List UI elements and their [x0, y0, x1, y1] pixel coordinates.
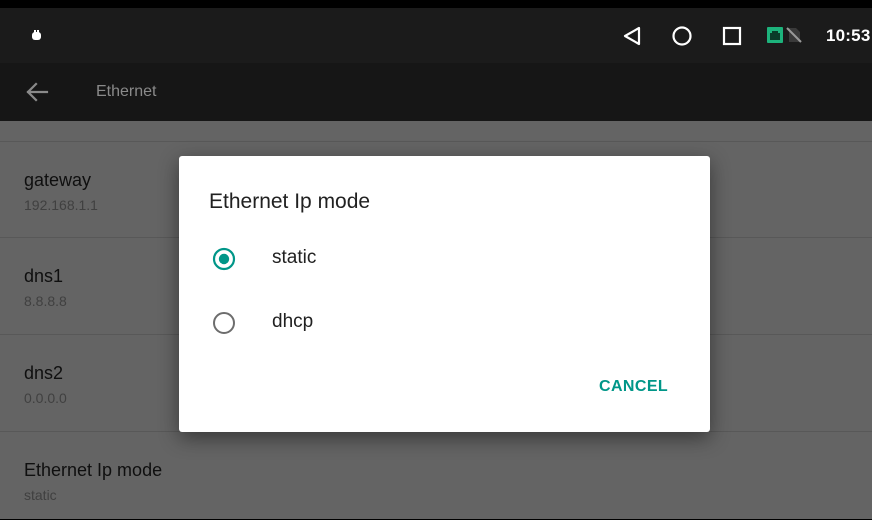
- app-toolbar: Ethernet: [0, 63, 872, 121]
- option-label: dhcp: [272, 311, 314, 332]
- pref-summary: static: [24, 487, 57, 503]
- dialog-title: Ethernet Ip mode: [209, 190, 371, 213]
- radio-unselected-icon[interactable]: [211, 310, 237, 336]
- nav-home-icon[interactable]: [671, 25, 693, 47]
- pref-title: gateway: [24, 170, 92, 190]
- back-arrow-icon[interactable]: [22, 77, 52, 107]
- notification-dot-icon: [32, 30, 41, 40]
- option-label: static: [272, 247, 317, 268]
- ethernet-icon: [767, 27, 783, 43]
- pref-summary: 8.8.8.8: [24, 293, 67, 309]
- toolbar-title: Ethernet: [96, 83, 157, 100]
- radio-selected-icon[interactable]: [211, 246, 237, 272]
- no-sim-icon: [786, 27, 802, 43]
- option-dhcp[interactable]: dhcp: [179, 297, 710, 347]
- pref-summary: 192.168.1.1: [24, 197, 98, 213]
- cancel-button[interactable]: CANCEL: [599, 378, 668, 396]
- status-clock: 10:53: [826, 26, 871, 45]
- pref-title: dns2: [24, 363, 64, 383]
- pref-title: Ethernet Ip mode: [24, 460, 163, 480]
- pref-title: dns1: [24, 266, 64, 286]
- pref-ethernet-ip-mode[interactable]: Ethernet Ip mode static: [0, 431, 872, 520]
- option-static[interactable]: static: [179, 233, 710, 283]
- status-bar: 10:53: [0, 8, 872, 63]
- ip-mode-dialog: Ethernet Ip mode static dhcp CANCEL: [179, 156, 710, 432]
- nav-back-icon[interactable]: [621, 25, 643, 47]
- pref-summary: 0.0.0.0: [24, 390, 67, 406]
- nav-recents-icon[interactable]: [721, 25, 743, 47]
